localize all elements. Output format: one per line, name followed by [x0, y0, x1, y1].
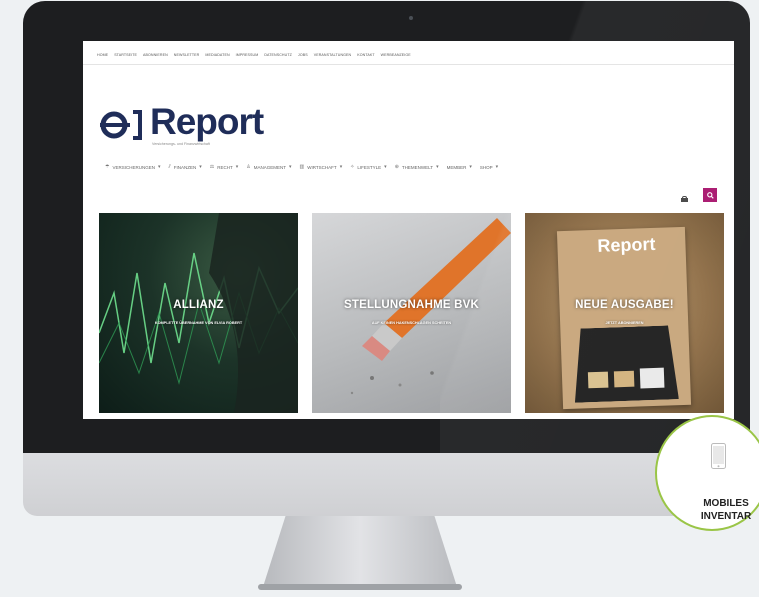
magazine-cover: Report	[556, 226, 692, 410]
chevron-down-icon: ▾	[289, 164, 292, 170]
tile-title: NEUE AUSGABE!	[575, 299, 674, 311]
umbrella-icon: ☂	[105, 164, 110, 170]
top-nav-item[interactable]: Veranstaltungen	[314, 53, 352, 57]
badge-label: MOBILES INVENTAR	[661, 497, 759, 523]
tile-title: STELLUNGNAHME BVK	[343, 299, 479, 311]
feature-tile-stellungnahme[interactable]: STELLUNGNAHME BVK AUF KEINEN HAKENSCHLAG…	[312, 213, 511, 413]
tile-title: ALLIANZ	[173, 299, 224, 311]
search-button[interactable]	[703, 188, 717, 202]
top-nav-item[interactable]: Werbeanzeige	[381, 53, 411, 57]
nav-label: Wirtschaft	[307, 164, 337, 170]
feature-tile-neue-ausgabe[interactable]: Report NEUE AUSGABE! JETZT ABONNIEREN	[525, 213, 724, 413]
chart-icon: ⫽	[168, 164, 171, 170]
logo-wordmark: Report	[150, 101, 264, 142]
person-icon: ♙	[246, 164, 251, 170]
top-nav-item[interactable]: Mediadaten	[205, 53, 229, 57]
search-icon	[706, 191, 714, 199]
top-nav-item[interactable]: Home	[97, 53, 108, 57]
main-navigation: ☂ Versicherungen ▾ ⫽ Finanzen ▾ ⚖ Recht ▾ ♙ Man…	[105, 164, 498, 170]
magazine-title: Report	[597, 233, 656, 256]
nav-label: Shop	[479, 164, 493, 170]
chevron-down-icon: ▾	[339, 164, 343, 170]
logo-tagline: Versicherungs- und Finanzwirtschaft	[152, 142, 210, 146]
pencil-eraser-graphic	[350, 218, 511, 395]
chevron-down-icon: ▾	[199, 164, 202, 170]
smartphone-icon	[711, 443, 726, 469]
top-navigation: Home Startseite Abonnieren Newsletter Me…	[97, 53, 411, 57]
badge-line-2: INVENTAR	[700, 511, 752, 522]
bars-icon: ▥	[299, 164, 305, 170]
chevron-down-icon: ▾	[158, 164, 161, 170]
nav-label: Management	[253, 164, 287, 170]
stock-chart-graphic	[99, 213, 298, 413]
nav-wirtschaft[interactable]: ▥ Wirtschaft ▾	[300, 164, 343, 170]
magazine-thumb	[587, 371, 609, 389]
nav-label: Finanzen	[173, 164, 197, 170]
nav-member[interactable]: Member ▾	[447, 164, 472, 170]
nav-label: Versicherungen	[112, 164, 155, 170]
top-nav-item[interactable]: Startseite	[114, 53, 137, 57]
nav-management[interactable]: ♙ Management ▾	[246, 164, 291, 170]
nav-divider	[83, 64, 734, 65]
nav-lifestyle[interactable]: ✧ Lifestyle ▾	[350, 164, 386, 170]
browser-screen: Home Startseite Abonnieren Newsletter Me…	[83, 41, 734, 419]
monitor-stand-base	[258, 584, 462, 590]
tile-subtitle: JETZT ABONNIEREN	[605, 321, 644, 325]
scale-icon: ⚖	[209, 164, 215, 170]
feature-tile-allianz[interactable]: ALLIANZ KOMPLETTE ÜBERNAHME VON ELVIA RO…	[99, 213, 298, 413]
globe-icon: ⊕	[394, 164, 399, 170]
nav-label: Lifestyle	[357, 164, 382, 170]
chevron-down-icon: ▾	[495, 164, 499, 170]
monitor-chin	[23, 453, 750, 516]
nav-recht[interactable]: ⚖ Recht ▾	[210, 164, 239, 170]
top-nav-item[interactable]: Kontakt	[357, 53, 374, 57]
magazine-dark-panel	[572, 325, 679, 403]
nav-label: Recht	[217, 164, 233, 170]
nav-themenwelt[interactable]: ⊕ Themenwelt ▾	[395, 164, 439, 170]
tile-subtitle: AUF KEINEN HAKENSCHLAGEN SCHEITEN	[371, 321, 452, 325]
nav-label: Themenwelt	[401, 164, 434, 170]
top-nav-item[interactable]: Newsletter	[174, 53, 200, 57]
badge-line-1: MOBILES	[703, 498, 749, 509]
nav-versicherungen[interactable]: ☂ Versicherungen ▾	[105, 164, 161, 170]
chevron-down-icon: ▾	[436, 164, 439, 170]
nav-shop[interactable]: Shop ▾	[480, 164, 498, 170]
tile-subtitle: KOMPLETTE ÜBERNAHME VON ELVIA ROBERT	[154, 321, 243, 325]
chevron-down-icon: ▾	[235, 164, 239, 170]
nav-label: Member	[446, 164, 467, 170]
nav-finanzen[interactable]: ⫽ Finanzen ▾	[169, 164, 202, 170]
cart-icon[interactable]	[681, 196, 688, 202]
webcam	[409, 16, 413, 20]
glass-icon: ✧	[350, 164, 355, 170]
top-nav-item[interactable]: Datenschutz	[264, 53, 292, 57]
top-nav-item[interactable]: Jobs	[298, 53, 308, 57]
mobiles-inventar-badge: MOBILES INVENTAR	[655, 415, 759, 531]
magazine-thumb	[639, 367, 665, 389]
monitor-stand	[262, 516, 458, 590]
magazine-thumb	[613, 370, 635, 388]
logo-mark-icon	[100, 110, 142, 140]
monitor-frame: Home Startseite Abonnieren Newsletter Me…	[23, 1, 750, 453]
chevron-down-icon: ▾	[469, 164, 472, 170]
top-nav-item[interactable]: Abonnieren	[143, 53, 168, 57]
top-nav-item[interactable]: Impressum	[236, 53, 259, 57]
chevron-down-icon: ▾	[384, 164, 387, 170]
